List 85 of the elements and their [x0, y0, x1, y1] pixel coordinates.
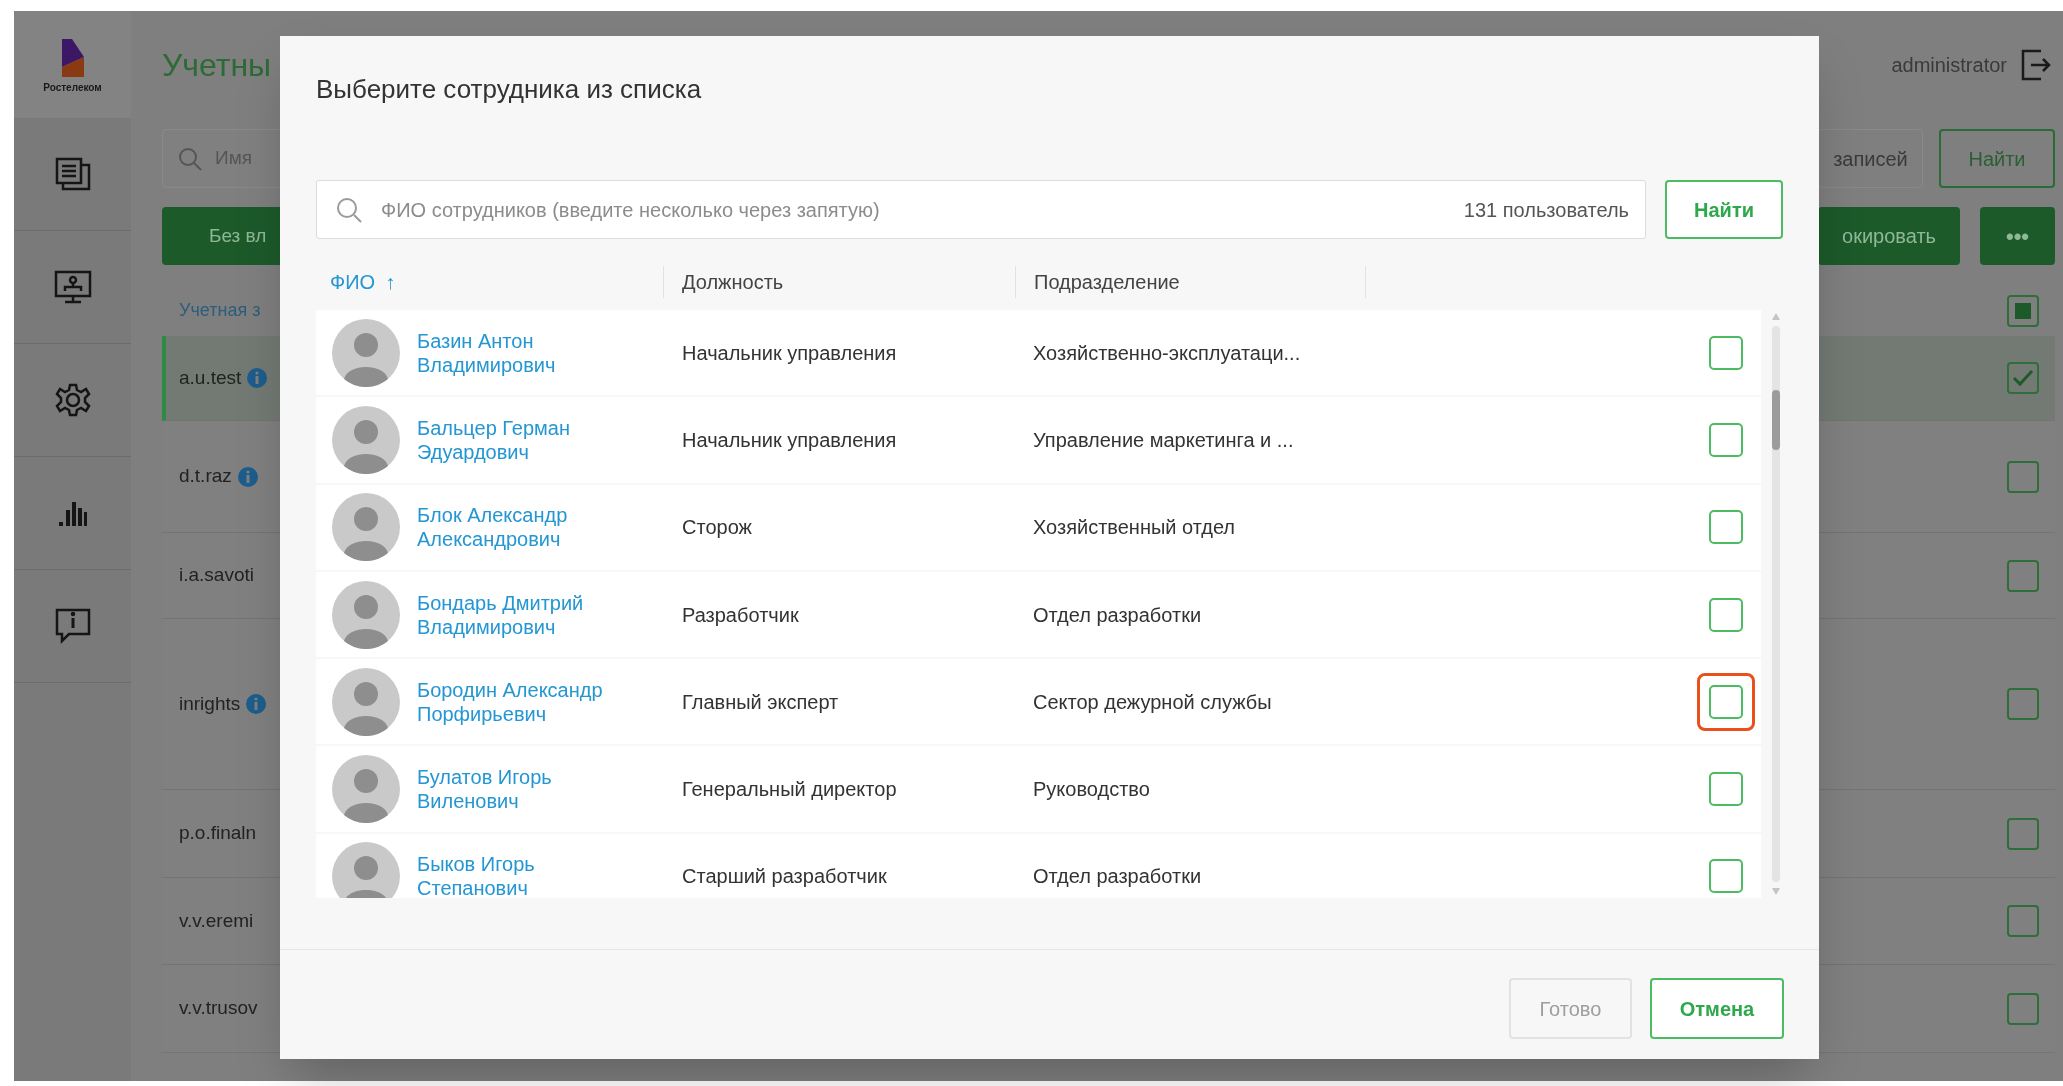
checkbox[interactable] [1709, 859, 1743, 894]
table-cell-text: Хозяйственно-эксплуатаци... [1032, 340, 1302, 366]
checkbox[interactable] [2007, 559, 2039, 592]
table-cell-text: Управление маркетинга и ... [1032, 427, 1295, 453]
column-header: Учетная з [178, 299, 261, 322]
employee-name-link[interactable]: Булатов Игорь Виленович [417, 765, 642, 814]
monitor-network-icon[interactable] [53, 270, 92, 304]
more-button[interactable]: ••• [1980, 207, 2055, 265]
checkbox[interactable] [1709, 422, 1743, 457]
logo-text: Ростелеком [43, 82, 102, 93]
column-header[interactable]: Должность [682, 267, 784, 297]
avatar [332, 580, 400, 649]
table-cell-text: Генеральный директор [681, 777, 898, 803]
employee-name-link[interactable]: Бондарь Дмитрий Владимирович [417, 590, 642, 639]
cancel-button[interactable]: Отмена [1650, 978, 1784, 1039]
column-header[interactable]: ФИО [330, 267, 376, 297]
checkbox[interactable] [2007, 294, 2039, 327]
user-login: i.a.savoti [179, 563, 254, 588]
avatar [332, 318, 400, 387]
dialog-title: Выберите сотрудника из списка [316, 73, 703, 106]
table-cell-text: Начальник управления [681, 427, 898, 453]
info-icon[interactable] [247, 368, 268, 388]
table-cell-text: Отдел разработки [1032, 864, 1203, 890]
checkbox[interactable] [1709, 510, 1743, 545]
table-cell-text: Главный эксперт [681, 689, 840, 715]
info-message-icon[interactable] [54, 608, 91, 644]
checkbox[interactable] [1709, 684, 1743, 719]
block-button[interactable]: окировать [1818, 207, 1960, 265]
search-placeholder: ФИО сотрудников (введите несколько через запятую) [381, 197, 881, 223]
checkbox[interactable] [1709, 335, 1743, 370]
table-row[interactable]: Базин Антон Владимирович Начальник управления Хозяйственно-эксплуатаци... [316, 310, 1761, 396]
user-name: administrator [1891, 52, 2007, 78]
find-button[interactable]: Найти [1939, 129, 2055, 188]
avatar [332, 755, 400, 824]
table-cell-text: Разработчик [681, 602, 800, 628]
search-icon [335, 195, 363, 224]
search-field[interactable]: ФИО сотрудников (введите несколько через запятую) 131 пользователь [316, 180, 1646, 239]
search-icon [177, 145, 203, 172]
checkbox[interactable] [2007, 460, 2039, 493]
checkbox[interactable] [2007, 688, 2039, 720]
checkbox[interactable] [2007, 817, 2039, 850]
user-login: d.t.raz [179, 464, 232, 489]
user-login: v.v.eremi [179, 908, 254, 933]
documents-icon[interactable] [54, 157, 91, 191]
user-login: v.v.trusov [179, 996, 258, 1021]
table-row[interactable]: Бородин Александр Порфирьевич Главный эксперт Сектор дежурной службы [316, 659, 1761, 745]
sort-arrow[interactable]: ↑ [385, 267, 396, 297]
checkbox[interactable] [2007, 362, 2039, 394]
check-icon [2012, 369, 2034, 387]
info-icon[interactable] [237, 466, 258, 487]
employee-name-link[interactable]: Бородин Александр Порфирьевич [417, 677, 642, 726]
user-login: p.o.finaln [179, 821, 257, 846]
table-row[interactable]: Блок Александр Александрович Сторож Хозяйственный отдел [316, 484, 1761, 570]
search-button[interactable]: Найти [1665, 180, 1783, 239]
checkbox[interactable] [1709, 597, 1743, 632]
table-cell-text: Отдел разработки [1032, 602, 1203, 628]
avatar [332, 667, 400, 736]
checkbox[interactable] [2007, 905, 2039, 937]
table-row[interactable]: Булатов Игорь Виленович Генеральный директор Руководство [316, 746, 1761, 832]
checkbox[interactable] [1709, 772, 1743, 807]
settings-icon[interactable] [54, 382, 91, 418]
table-cell-text: Сторож [681, 515, 753, 541]
employee-name-link[interactable]: Быков Игорь Степанович [417, 852, 642, 898]
info-icon[interactable] [246, 694, 267, 714]
table-cell-text: Руководство [1032, 777, 1151, 803]
table-cell-text: Сектор дежурной службы [1032, 689, 1273, 715]
avatar [332, 493, 400, 562]
column-header[interactable]: Подразделение [1034, 267, 1180, 297]
employee-name-link[interactable]: Базин Антон Владимирович [417, 328, 642, 377]
checkbox[interactable] [2007, 992, 2039, 1025]
avatar [332, 842, 400, 898]
avatar [332, 405, 400, 474]
user-login: inrights [179, 691, 241, 716]
table-cell-text: Старший разработчик [681, 864, 888, 890]
user-login: a.u.test [179, 365, 242, 390]
result-count: 131 пользователь [1463, 197, 1629, 223]
employee-name-link[interactable]: Блок Александр Александрович [417, 503, 642, 552]
table-cell-text: Начальник управления [681, 340, 898, 366]
table-row[interactable]: Бальцер Герман Эдуардович Начальник управления Управление маркетинга и ... [316, 397, 1761, 483]
page-title: Учетны [162, 45, 272, 85]
table-cell-text: Хозяйственный отдел [1032, 515, 1237, 541]
logout-icon[interactable] [2021, 48, 2051, 81]
table-row[interactable]: Быков Игорь Степанович Старший разработчик Отдел разработки [316, 833, 1761, 898]
employee-name-link[interactable]: Бальцер Герман Эдуардович [417, 415, 642, 464]
table-row[interactable]: Бондарь Дмитрий Владимирович Разработчик Отдел разработки [316, 571, 1761, 658]
